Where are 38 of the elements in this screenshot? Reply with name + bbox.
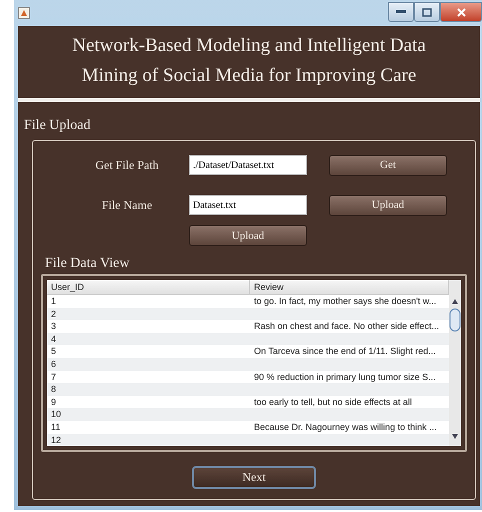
upload-button[interactable]: Upload bbox=[189, 225, 307, 246]
close-button[interactable] bbox=[440, 2, 482, 22]
action-button[interactable]: Get bbox=[329, 154, 447, 176]
table-cell-text: On Tarceva since the end of 1/11. Slight red... bbox=[253, 345, 437, 358]
table-cell-text: 90 % reduction in primary lung tumor size S... bbox=[253, 370, 437, 384]
table-cell-text: 2 bbox=[50, 308, 58, 320]
column-header[interactable]: User_ID bbox=[47, 280, 250, 294]
table-cell-text: 4 bbox=[50, 332, 58, 346]
table-cell-text: 7 bbox=[50, 370, 58, 384]
table-cell-text: 3 bbox=[50, 320, 58, 333]
table-cell-text: Rash on chest and face. No other side effect... bbox=[253, 320, 440, 333]
field-label: Get File Path bbox=[94, 158, 159, 172]
app-title: Network-Based Modeling and Intelligent Data bbox=[72, 34, 426, 58]
table-cell-text: 1 bbox=[50, 295, 58, 308]
table-cell-text: 11 bbox=[50, 420, 62, 434]
input-field[interactable]: ./Dataset/Dataset.txt bbox=[189, 155, 307, 175]
field-label: File Name bbox=[100, 198, 152, 212]
action-button[interactable]: Upload bbox=[329, 194, 447, 216]
app-title: Mining of Social Media for Improving Care bbox=[82, 64, 416, 88]
table-cell-text: to go. In fact, my mother says she doesn't w... bbox=[253, 295, 438, 308]
table-cell-text: 8 bbox=[50, 383, 58, 396]
maximize-icon bbox=[422, 8, 432, 16]
app-icon bbox=[18, 7, 30, 19]
close-icon bbox=[456, 8, 466, 16]
table-cell-text: 12 bbox=[50, 434, 62, 446]
table-cell-text: Because Dr. Nagourney was willing to think ... bbox=[253, 420, 438, 434]
section-heading: File Upload bbox=[24, 118, 92, 134]
input-field[interactable]: Dataset.txt bbox=[189, 195, 307, 215]
maximize-button[interactable] bbox=[414, 2, 440, 22]
next-button[interactable]: Next bbox=[192, 466, 316, 490]
table-cell-text: 10 bbox=[50, 408, 62, 421]
table-cell-text: too early to tell, but no side effects at all bbox=[253, 396, 413, 408]
minimize-icon bbox=[396, 10, 406, 14]
table-cell-text: 6 bbox=[50, 358, 58, 371]
table-cell-text: 5 bbox=[50, 345, 58, 358]
minimize-button[interactable] bbox=[388, 2, 414, 22]
table-cell-text: 9 bbox=[50, 396, 58, 408]
section-heading: File Data View bbox=[45, 256, 130, 272]
